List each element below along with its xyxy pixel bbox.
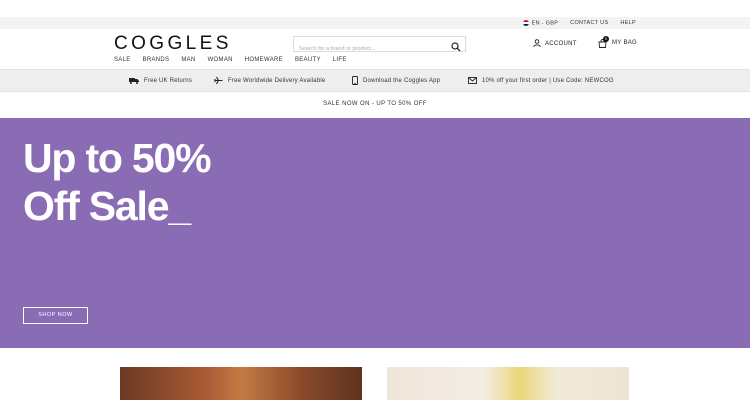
nav-item-beauty[interactable]: BEAUTY: [295, 57, 321, 63]
promo-banner[interactable]: SALE NOW ON - UP TO 50% OFF: [0, 92, 750, 117]
account-label: ACCOUNT: [545, 41, 577, 47]
help-link[interactable]: HELP: [620, 20, 636, 26]
category-tile-image[interactable]: [120, 367, 362, 400]
usp-item-app[interactable]: Download the Coggles App: [352, 70, 440, 92]
shop-now-button[interactable]: SHOP NOW: [23, 307, 88, 324]
usp-item-delivery[interactable]: Free Worldwide Delivery Available: [214, 70, 325, 92]
plane-icon: [214, 76, 223, 87]
account-link[interactable]: ACCOUNT: [533, 39, 577, 49]
nav-item-life[interactable]: LIFE: [333, 57, 347, 63]
site-logo[interactable]: COGGLES: [114, 33, 232, 55]
hero-heading-line1: Up to 50%: [23, 135, 212, 181]
nav-item-man[interactable]: MAN: [181, 57, 195, 63]
envelope-icon: [468, 76, 477, 86]
nav-item-brands[interactable]: BRANDS: [143, 57, 170, 63]
uk-flag-icon: [522, 19, 529, 26]
hero-heading: Up to 50% Off Sale_: [23, 134, 212, 230]
main-nav: SALE BRANDS MAN WOMAN HOMEWARE BEAUTY LI…: [114, 57, 347, 63]
usp-item-discount[interactable]: 10% off your first order | Use Code: NEW…: [468, 70, 614, 92]
contact-us-link[interactable]: CONTACT US: [570, 20, 608, 26]
nav-item-sale[interactable]: SALE: [114, 57, 131, 63]
hero-heading-line2: Off Sale_: [23, 183, 191, 229]
nav-item-homeware[interactable]: HOMEWARE: [245, 57, 283, 63]
search-icon[interactable]: [451, 39, 461, 57]
utility-links: EN - GBP CONTACT US HELP: [522, 17, 636, 29]
bag-link[interactable]: 0 MY BAG: [598, 36, 638, 48]
search-box: [293, 36, 466, 56]
utility-bar: EN - GBP CONTACT US HELP: [0, 17, 750, 29]
bag-icon: 0: [598, 36, 609, 48]
usp-bar: Free UK Returns Free Worldwide Delivery …: [0, 69, 750, 92]
bag-count-badge: 0: [603, 36, 609, 42]
locale-selector[interactable]: EN - GBP: [522, 19, 559, 26]
usp-item-returns[interactable]: Free UK Returns: [129, 70, 192, 92]
hero-banner[interactable]: Up to 50% Off Sale_ SHOP NOW: [0, 118, 750, 348]
truck-icon: [129, 77, 139, 86]
search-input[interactable]: [294, 42, 444, 56]
phone-icon: [352, 75, 358, 87]
user-icon: [533, 39, 541, 49]
nav-item-woman[interactable]: WOMAN: [208, 57, 233, 63]
category-tile-image[interactable]: [387, 367, 629, 400]
bag-label: MY BAG: [612, 40, 638, 46]
